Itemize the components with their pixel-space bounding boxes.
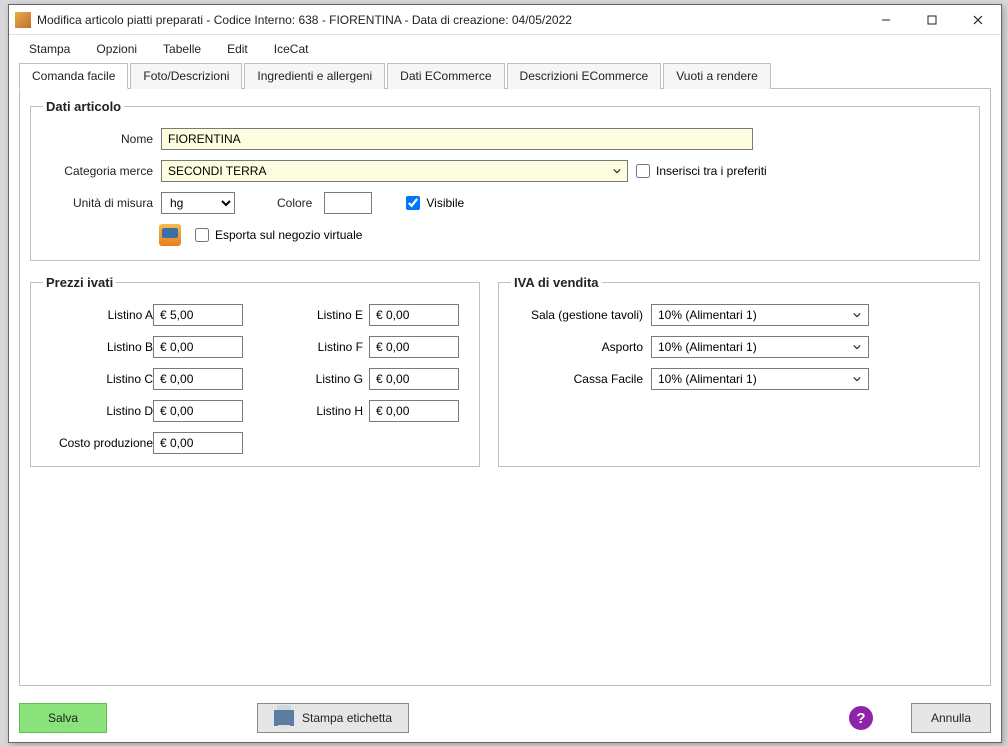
print-label-button[interactable]: Stampa etichetta bbox=[257, 703, 409, 733]
color-picker[interactable] bbox=[324, 192, 372, 214]
checkbox-inserisci-preferiti[interactable]: Inserisci tra i preferiti bbox=[636, 164, 767, 178]
tab-descrizioni-ecommerce[interactable]: Descrizioni ECommerce bbox=[507, 63, 662, 89]
tab-dati-ecommerce[interactable]: Dati ECommerce bbox=[387, 63, 504, 89]
input-listino-b[interactable] bbox=[153, 336, 243, 358]
input-nome[interactable] bbox=[161, 128, 753, 150]
group-prezzi-ivati: Prezzi ivati Listino A Listino E Listino… bbox=[30, 275, 480, 467]
help-icon[interactable]: ? bbox=[849, 706, 873, 730]
input-listino-g[interactable] bbox=[369, 368, 459, 390]
minimize-button[interactable] bbox=[863, 5, 909, 35]
label-iva-asporto: Asporto bbox=[511, 340, 651, 354]
dialog-window: Modifica articolo piatti preparati - Cod… bbox=[8, 4, 1002, 743]
input-listino-d[interactable] bbox=[153, 400, 243, 422]
label-listino-f: Listino F bbox=[289, 340, 369, 354]
save-button-label: Salva bbox=[48, 711, 78, 725]
close-button[interactable] bbox=[955, 5, 1001, 35]
label-listino-a: Listino A bbox=[43, 308, 153, 322]
input-costo-produzione[interactable] bbox=[153, 432, 243, 454]
select-unita-di-misura[interactable]: hg bbox=[161, 192, 235, 214]
app-icon bbox=[15, 12, 31, 28]
select-categoria-merce[interactable]: SECONDI TERRA bbox=[161, 160, 628, 182]
label-listino-d: Listino D bbox=[43, 404, 153, 418]
menu-bar: Stampa Opzioni Tabelle Edit IceCat bbox=[9, 35, 1001, 63]
cancel-button-label: Annulla bbox=[931, 711, 971, 725]
select-iva-asporto-value: 10% (Alimentari 1) bbox=[658, 340, 757, 354]
label-listino-h: Listino H bbox=[289, 404, 369, 418]
title-bar: Modifica articolo piatti preparati - Cod… bbox=[9, 5, 1001, 35]
menu-icecat[interactable]: IceCat bbox=[264, 38, 319, 60]
label-listino-e: Listino E bbox=[289, 308, 369, 322]
two-column-row: Prezzi ivati Listino A Listino E Listino… bbox=[30, 275, 980, 481]
select-categoria-merce-value: SECONDI TERRA bbox=[168, 164, 266, 178]
checkbox-esporta-negozio-input[interactable] bbox=[195, 228, 209, 242]
print-label-button-label: Stampa etichetta bbox=[302, 711, 392, 725]
group-dati-articolo: Dati articolo Nome Categoria merce SECON… bbox=[30, 99, 980, 261]
label-colore: Colore bbox=[277, 196, 316, 210]
tab-comanda-facile[interactable]: Comanda facile bbox=[19, 63, 128, 89]
select-iva-cassa-facile-value: 10% (Alimentari 1) bbox=[658, 372, 757, 386]
legend-iva-vendita: IVA di vendita bbox=[511, 275, 602, 290]
menu-edit[interactable]: Edit bbox=[217, 38, 258, 60]
select-iva-sala[interactable]: 10% (Alimentari 1) bbox=[651, 304, 869, 326]
dialog-footer: Salva Stampa etichetta ? Annulla bbox=[9, 694, 1001, 742]
label-listino-g: Listino G bbox=[289, 372, 369, 386]
checkbox-inserisci-preferiti-input[interactable] bbox=[636, 164, 650, 178]
legend-prezzi-ivati: Prezzi ivati bbox=[43, 275, 116, 290]
window-title: Modifica articolo piatti preparati - Cod… bbox=[37, 13, 863, 27]
label-esporta-negozio: Esporta sul negozio virtuale bbox=[215, 228, 362, 242]
legend-dati-articolo: Dati articolo bbox=[43, 99, 124, 114]
cancel-button[interactable]: Annulla bbox=[911, 703, 991, 733]
label-categoria-merce: Categoria merce bbox=[43, 164, 153, 178]
input-listino-c[interactable] bbox=[153, 368, 243, 390]
select-iva-sala-value: 10% (Alimentari 1) bbox=[658, 308, 757, 322]
label-visibile: Visibile bbox=[426, 196, 464, 210]
input-listino-h[interactable] bbox=[369, 400, 459, 422]
maximize-button[interactable] bbox=[909, 5, 955, 35]
checkbox-visibile[interactable]: Visibile bbox=[406, 196, 464, 210]
menu-tabelle[interactable]: Tabelle bbox=[153, 38, 211, 60]
save-button[interactable]: Salva bbox=[19, 703, 107, 733]
chevron-down-icon bbox=[849, 340, 865, 354]
menu-stampa[interactable]: Stampa bbox=[19, 38, 80, 60]
tab-vuoti-a-rendere[interactable]: Vuoti a rendere bbox=[663, 63, 771, 89]
select-iva-cassa-facile[interactable]: 10% (Alimentari 1) bbox=[651, 368, 869, 390]
chevron-down-icon bbox=[849, 308, 865, 322]
label-costo-produzione: Costo produzione bbox=[43, 436, 153, 450]
checkbox-visibile-input[interactable] bbox=[406, 196, 420, 210]
label-iva-sala: Sala (gestione tavoli) bbox=[511, 308, 651, 322]
tab-ingredienti-allergeni[interactable]: Ingredienti e allergeni bbox=[244, 63, 385, 89]
label-unita-di-misura: Unità di misura bbox=[43, 196, 153, 210]
input-listino-a[interactable] bbox=[153, 304, 243, 326]
chevron-down-icon bbox=[609, 163, 625, 179]
tab-foto-descrizioni[interactable]: Foto/Descrizioni bbox=[130, 63, 242, 89]
cart-icon bbox=[159, 224, 181, 246]
window-buttons bbox=[863, 5, 1001, 35]
label-nome: Nome bbox=[43, 132, 153, 146]
select-iva-asporto[interactable]: 10% (Alimentari 1) bbox=[651, 336, 869, 358]
checkbox-esporta-negozio[interactable]: Esporta sul negozio virtuale bbox=[195, 228, 362, 242]
label-listino-b: Listino B bbox=[43, 340, 153, 354]
chevron-down-icon bbox=[849, 372, 865, 386]
group-iva-vendita: IVA di vendita Sala (gestione tavoli) 10… bbox=[498, 275, 980, 467]
tabs-container: Comanda facile Foto/Descrizioni Ingredie… bbox=[9, 63, 1001, 89]
printer-icon bbox=[274, 710, 294, 726]
tab-strip: Comanda facile Foto/Descrizioni Ingredie… bbox=[19, 63, 991, 89]
input-listino-e[interactable] bbox=[369, 304, 459, 326]
label-inserisci-preferiti: Inserisci tra i preferiti bbox=[656, 164, 767, 178]
input-listino-f[interactable] bbox=[369, 336, 459, 358]
label-listino-c: Listino C bbox=[43, 372, 153, 386]
tab-content: Dati articolo Nome Categoria merce SECON… bbox=[19, 89, 991, 686]
label-iva-cassa-facile: Cassa Facile bbox=[511, 372, 651, 386]
menu-opzioni[interactable]: Opzioni bbox=[86, 38, 147, 60]
